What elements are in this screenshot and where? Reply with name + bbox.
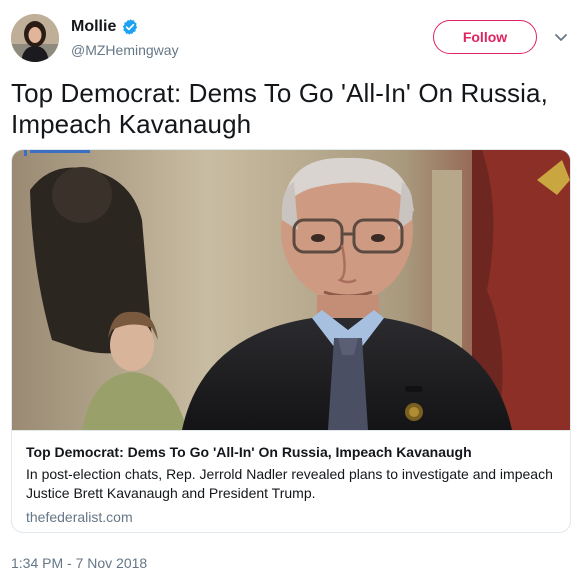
name-row: Mollie: [71, 16, 139, 38]
man-in-suit-portrait-icon: [12, 150, 570, 430]
tweet-text: Top Democrat: Dems To Go 'All-In' On Rus…: [11, 78, 548, 139]
card-description: In post-election chats, Rep. Jerrold Nad…: [26, 466, 553, 501]
user-handle[interactable]: @MZHemingway: [71, 41, 179, 59]
card-image[interactable]: [12, 150, 570, 430]
verified-badge-icon: [121, 18, 139, 36]
profile-photo-icon: [11, 14, 59, 62]
avatar[interactable]: [11, 14, 59, 62]
card-title[interactable]: Top Democrat: Dems To Go 'All-In' On Rus…: [26, 443, 556, 461]
card-body[interactable]: Top Democrat: Dems To Go 'All-In' On Rus…: [12, 430, 570, 532]
follow-button[interactable]: Follow: [433, 20, 537, 54]
link-card[interactable]: Top Democrat: Dems To Go 'All-In' On Rus…: [11, 149, 571, 533]
chevron-down-icon[interactable]: [552, 28, 570, 46]
display-name[interactable]: Mollie: [71, 17, 116, 37]
tweet-timestamp[interactable]: 1:34 PM - 7 Nov 2018: [11, 554, 147, 572]
card-domain[interactable]: thefederalist.com: [26, 508, 556, 526]
tweet-header: Mollie @MZHemingway Follow: [0, 0, 577, 76]
